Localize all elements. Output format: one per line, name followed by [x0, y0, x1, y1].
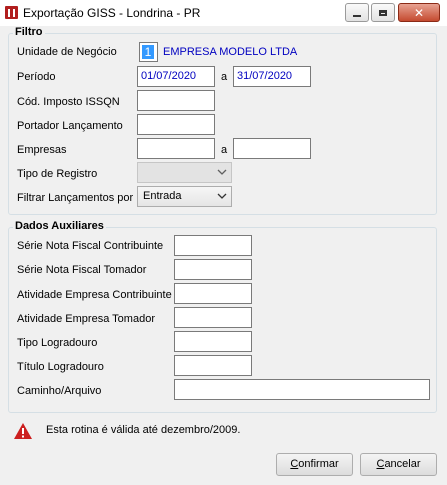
cod-imposto-label: Cód. Imposto ISSQN [17, 96, 120, 108]
unidade-label: Unidade de Negócio [17, 46, 117, 58]
titulo-logradouro-input[interactable] [174, 355, 252, 376]
minimize-icon [353, 14, 361, 17]
portador-input[interactable] [137, 114, 215, 135]
tipo-logradouro-label: Tipo Logradouro [17, 337, 98, 349]
auxiliares-legend: Dados Auxiliares [13, 220, 106, 232]
confirmar-label: onfirmar [298, 458, 339, 470]
tipo-registro-select[interactable] [137, 162, 232, 183]
tipo-logradouro-input[interactable] [174, 331, 252, 352]
periodo-label: Período [17, 71, 56, 83]
confirmar-button[interactable]: Confirmar [276, 453, 353, 476]
filtro-legend: Filtro [13, 26, 45, 38]
app-icon [5, 6, 18, 19]
filtrar-value: Entrada [143, 190, 182, 202]
chevron-down-icon [217, 193, 227, 199]
cod-imposto-input[interactable] [137, 90, 215, 111]
titulo-logradouro-label: Título Logradouro [17, 361, 104, 373]
maximize-button[interactable] [371, 3, 395, 22]
dialog-body: Filtro Unidade de Negócio 1 EMPRESA MODE… [5, 26, 442, 480]
close-button[interactable]: ✕ [398, 3, 440, 22]
tipo-registro-label: Tipo de Registro [17, 168, 98, 180]
periodo-fim-input[interactable]: 31/07/2020 [233, 66, 311, 87]
periodo-inicio-input[interactable]: 01/07/2020 [137, 66, 215, 87]
serie-tomador-input[interactable] [174, 259, 252, 280]
unidade-value: 1 [142, 45, 154, 59]
caminho-input[interactable] [174, 379, 430, 400]
warning-text: Esta rotina é válida até dezembro/2009. [46, 424, 241, 436]
empresas-sep: a [221, 144, 228, 156]
filtrar-select[interactable]: Entrada [137, 186, 232, 207]
empresas-label: Empresas [17, 144, 67, 156]
serie-contrib-input[interactable] [174, 235, 252, 256]
minimize-button[interactable] [345, 3, 369, 22]
cancelar-button[interactable]: Cancelar [360, 453, 437, 476]
ativ-tomador-input[interactable] [174, 307, 252, 328]
chevron-down-icon [217, 169, 227, 175]
unidade-input[interactable]: 1 [139, 42, 158, 62]
filtrar-label: Filtrar Lançamentos por [17, 192, 134, 204]
periodo-sep: a [221, 71, 228, 83]
window-title: Exportação GISS - Londrina - PR [23, 6, 201, 20]
empresa-name: EMPRESA MODELO LTDA [163, 46, 298, 58]
ativ-tomador-label: Atividade Empresa Tomador [17, 313, 155, 325]
caminho-label: Caminho/Arquivo [17, 385, 102, 397]
ativ-contrib-input[interactable] [174, 283, 252, 304]
empresas-fim-input[interactable] [233, 138, 311, 159]
serie-tomador-label: Série Nota Fiscal Tomador [17, 264, 147, 276]
serie-contrib-label: Série Nota Fiscal Contribuinte [17, 240, 164, 252]
maximize-icon [379, 9, 387, 16]
close-icon: ✕ [413, 5, 425, 20]
cancelar-label: ancelar [384, 458, 421, 470]
empresas-inicio-input[interactable] [137, 138, 215, 159]
warning-triangle-icon [14, 423, 32, 439]
ativ-contrib-label: Atividade Empresa Contribuinte [17, 289, 172, 301]
portador-label: Portador Lançamento [17, 120, 123, 132]
title-bar: Exportação GISS - Londrina - PR ✕ [0, 0, 447, 26]
